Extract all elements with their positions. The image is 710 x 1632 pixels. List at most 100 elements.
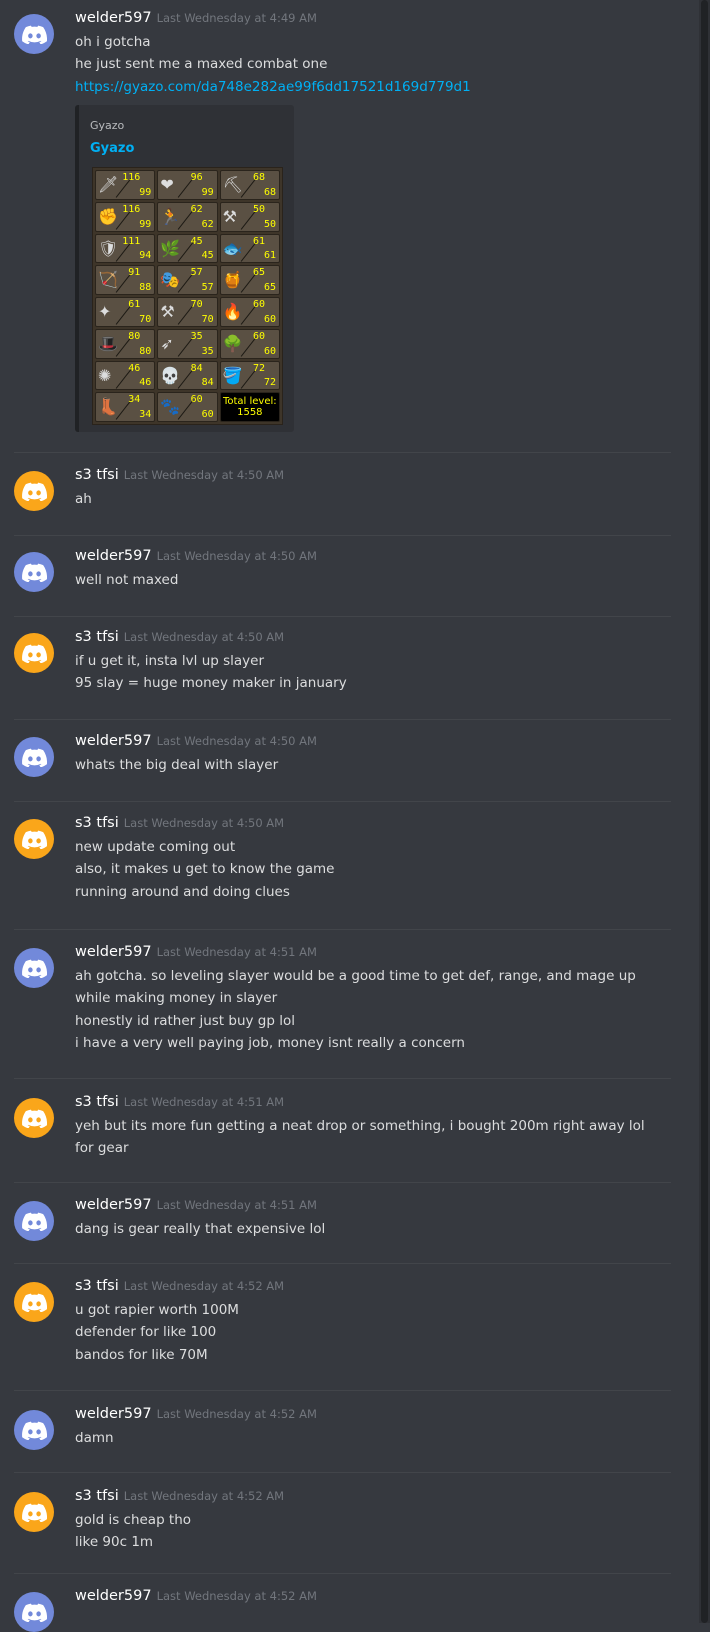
scrollbar-thumb[interactable] — [701, 0, 708, 1623]
slayer-skull-icon: 💀 — [160, 365, 181, 385]
message-text: running around and doing clues — [75, 883, 290, 900]
discord-logo-icon — [21, 748, 47, 767]
boot-icon: 👢 — [98, 397, 118, 417]
username[interactable]: welder597 Last Wednesday at 4:52 AM — [75, 1588, 317, 1604]
username-label[interactable]: s3 tfsi — [75, 1094, 119, 1110]
avatar[interactable] — [14, 1201, 54, 1241]
message-divider — [14, 616, 671, 617]
avatar[interactable] — [14, 819, 54, 859]
avatar[interactable] — [14, 471, 54, 511]
username-label[interactable]: welder597 — [75, 10, 152, 26]
skill-base-level: 45 — [201, 250, 214, 262]
skill-tile: 🔥 60 60 — [219, 297, 280, 327]
avatar[interactable] — [14, 948, 54, 988]
skill-tile: ⛏ 68 68 — [219, 170, 280, 200]
skill-base-level: 70 — [201, 313, 214, 325]
username[interactable]: s3 tfsi Last Wednesday at 4:52 AM — [75, 1278, 284, 1294]
skill-tile: 🛡 111 94 — [95, 233, 156, 264]
message-text: ah — [75, 491, 92, 507]
username-label[interactable]: welder597 — [75, 1406, 152, 1422]
skill-tile: 💀 84 84 — [157, 360, 218, 391]
message-divider — [14, 801, 671, 802]
skill-base-level: 80 — [139, 345, 152, 357]
message-text: damn — [75, 1430, 114, 1446]
username-label[interactable]: welder597 — [75, 944, 152, 960]
wizard-hat-icon: 🎩 — [98, 333, 118, 353]
avatar[interactable] — [14, 737, 54, 777]
message-text: bandos for like 70M — [75, 1346, 208, 1363]
avatar[interactable] — [14, 1410, 54, 1450]
message-text: defender for like 100 — [75, 1324, 217, 1341]
discord-logo-icon — [21, 482, 47, 501]
message-text: he just sent me a maxed combat one — [75, 56, 328, 73]
username[interactable]: welder597 Last Wednesday at 4:51 AM — [75, 944, 317, 960]
skill-current-level: 61 — [128, 299, 141, 310]
message-link[interactable]: https://gyazo.com/da748e282ae99f6dd17521… — [75, 79, 471, 95]
message-timestamp: Last Wednesday at 4:49 AM — [156, 11, 317, 25]
fish-icon: 🐟 — [222, 238, 243, 258]
discord-logo-icon — [21, 959, 47, 978]
skill-tile: 🗡 116 99 — [95, 170, 156, 200]
skill-base-level: 65 — [263, 282, 276, 293]
message-divider — [14, 452, 671, 453]
username[interactable]: welder597 Last Wednesday at 4:52 AM — [75, 1406, 317, 1422]
message-divider — [14, 1573, 671, 1574]
avatar[interactable] — [14, 1592, 54, 1632]
username-label[interactable]: s3 tfsi — [75, 1488, 119, 1504]
message-text: yeh but its more fun getting a neat drop… — [75, 1118, 645, 1134]
username[interactable]: welder597 Last Wednesday at 4:50 AM — [75, 733, 317, 749]
gyazo-embed: Gyazo Gyazo 🗡 116 99 ❤ 96 99 ⛏ 68 68 ✊ 116 99 🏃 62 62 ⚒ 50… — [75, 105, 294, 432]
skill-current-level: 50 — [252, 203, 265, 215]
skill-current-level: 70 — [190, 299, 203, 310]
skill-tile: 🪣 72 72 — [219, 360, 280, 391]
username-label[interactable]: s3 tfsi — [75, 815, 119, 831]
avatar[interactable] — [14, 633, 54, 673]
username[interactable]: welder597 Last Wednesday at 4:51 AM — [75, 1197, 317, 1213]
skill-current-level: 46 — [128, 362, 141, 374]
mask-icon: 🎭 — [160, 270, 181, 290]
username-label[interactable]: s3 tfsi — [75, 629, 119, 645]
username[interactable]: s3 tfsi Last Wednesday at 4:50 AM — [75, 815, 284, 831]
embed-provider[interactable]: Gyazo — [90, 119, 124, 132]
skill-tile: 🐾 60 60 — [157, 392, 218, 422]
username-label[interactable]: welder597 — [75, 1197, 152, 1213]
skill-current-level: 68 — [252, 172, 265, 183]
username-label[interactable]: s3 tfsi — [75, 1278, 119, 1294]
username[interactable]: s3 tfsi Last Wednesday at 4:50 AM — [75, 467, 284, 483]
skills-image[interactable]: 🗡 116 99 ❤ 96 99 ⛏ 68 68 ✊ 116 99 🏃 62 62 ⚒ 50 50 🛡 111 94 🌿 4… — [92, 167, 283, 425]
skill-base-level: 70 — [139, 313, 152, 325]
skill-base-level: 60 — [201, 409, 214, 420]
username-label[interactable]: welder597 — [75, 733, 152, 749]
avatar[interactable] — [14, 14, 54, 54]
username-label[interactable]: s3 tfsi — [75, 467, 119, 483]
skill-current-level: 60 — [252, 330, 265, 342]
skill-tile: 🏹 91 88 — [95, 265, 156, 295]
username[interactable]: welder597 Last Wednesday at 4:50 AM — [75, 548, 317, 564]
embed-title[interactable]: Gyazo — [90, 141, 134, 156]
username[interactable]: s3 tfsi Last Wednesday at 4:51 AM — [75, 1094, 284, 1110]
skill-current-level: 45 — [190, 235, 203, 247]
bow-icon: 🏹 — [98, 270, 118, 290]
avatar[interactable] — [14, 552, 54, 592]
username-label[interactable]: welder597 — [75, 548, 152, 564]
message-divider — [14, 1263, 671, 1264]
avatar[interactable] — [14, 1098, 54, 1138]
shield-icon: 🛡 — [98, 238, 119, 258]
message-text: well not maxed — [75, 572, 179, 588]
avatar[interactable] — [14, 1282, 54, 1322]
username[interactable]: s3 tfsi Last Wednesday at 4:52 AM — [75, 1488, 284, 1504]
username-label[interactable]: welder597 — [75, 1588, 152, 1604]
skill-base-level: 50 — [263, 218, 276, 230]
avatar[interactable] — [14, 1492, 54, 1532]
discord-logo-icon — [21, 1421, 47, 1440]
skill-current-level: 65 — [252, 267, 265, 279]
message-text: gold is cheap tho — [75, 1512, 192, 1528]
message-divider — [14, 1390, 671, 1391]
username[interactable]: welder597 Last Wednesday at 4:49 AM — [75, 10, 317, 26]
herb-icon: 🌿 — [160, 238, 181, 258]
discord-logo-icon — [21, 1603, 47, 1622]
username[interactable]: s3 tfsi Last Wednesday at 4:50 AM — [75, 629, 284, 645]
paw-icon: 🐾 — [160, 397, 181, 417]
message-divider — [14, 929, 671, 930]
skill-base-level: 99 — [139, 218, 152, 230]
